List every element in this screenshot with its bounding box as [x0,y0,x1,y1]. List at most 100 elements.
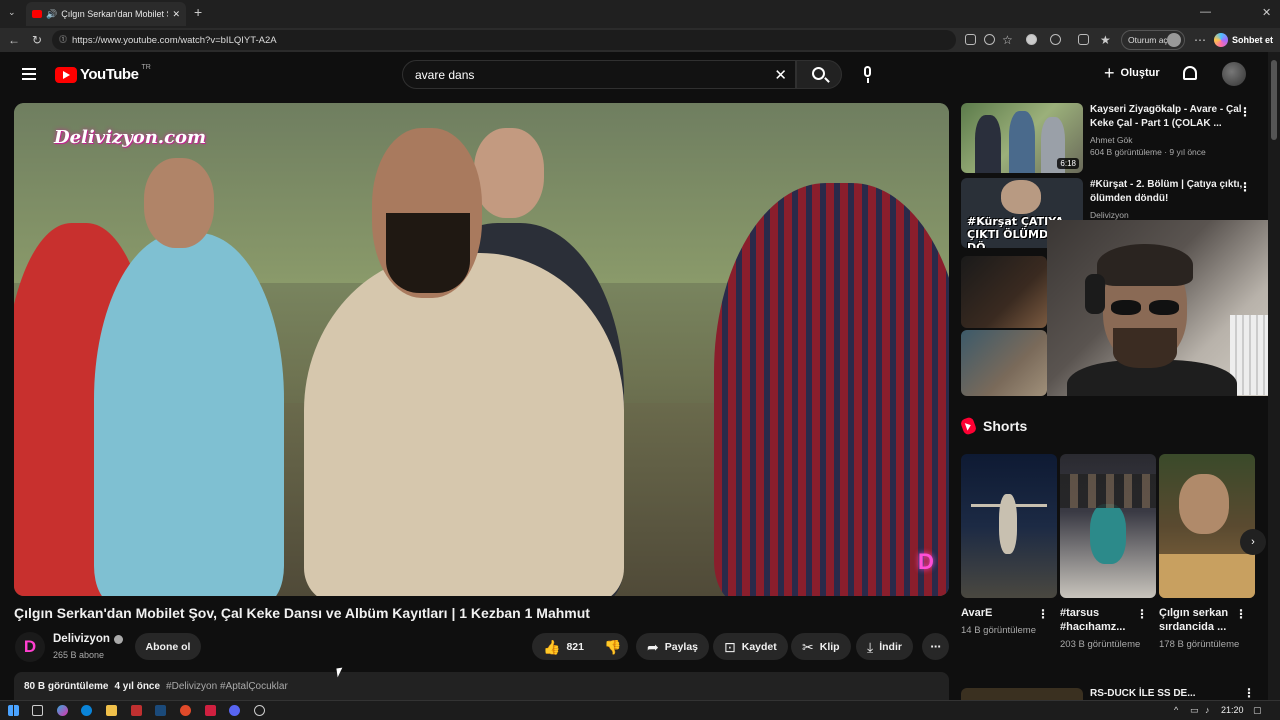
sunglasses [1111,300,1181,316]
recommendation-menu-icon[interactable]: ⋮ [1239,180,1251,194]
more-actions-button[interactable]: ⋯ [922,633,949,660]
clip-button[interactable]: ✂ Klip [791,633,851,660]
short-thumbnail[interactable] [1159,454,1255,598]
split-screen-icon[interactable] [1078,34,1089,45]
dislike-icon[interactable]: 👎 [604,640,621,654]
clear-search-icon[interactable]: ✕ [774,66,787,84]
close-window-icon[interactable]: ✕ [1262,6,1271,19]
subscribe-button[interactable]: Abone ol [135,633,201,660]
notifications-bell-icon[interactable] [1183,66,1197,80]
short-menu-icon[interactable]: ⋮ [1037,607,1049,621]
chrome-icon[interactable] [180,705,191,716]
discord-icon[interactable] [229,705,240,716]
taskbar-clock[interactable]: 21:20 [1221,705,1244,715]
short-title: #tarsus #hacıhamz... [1060,607,1126,633]
volume-icon[interactable]: ♪ [1205,705,1210,715]
task-view-icon[interactable] [32,705,43,716]
short-item[interactable]: AvarE 14 B görüntüleme ⋮ [961,454,1057,638]
site-info-icon[interactable]: ⓵ [59,34,67,45]
channel-name-link[interactable]: Delivizyon [53,633,123,645]
copilot-chat-button[interactable]: Sohbet et [1214,30,1273,50]
streamer-beard [1113,328,1177,368]
short-item[interactable]: Çılgın serkan sırdancida ... 178 B görün… [1159,454,1255,652]
browser-tab-bar: ⌄ 🔊 Çılgın Serkan'dan Mobilet Şov ✕ + — … [0,0,1280,28]
create-button[interactable]: + Oluştur [1104,64,1160,82]
channel-corner-logo: D [918,549,934,574]
search-input[interactable]: avare dans ✕ [402,60,796,89]
media-app-icon[interactable] [131,705,142,716]
recommendation-thumbnail[interactable] [961,688,1083,700]
tray-chevron-icon[interactable]: ^ [1174,705,1178,715]
streamer-hair [1097,244,1193,286]
back-icon[interactable]: ← [8,33,20,47]
extension-icon[interactable] [1026,34,1037,45]
figure-blue-shirt [94,233,284,596]
reload-icon[interactable]: ↻ [32,33,42,47]
subscriber-count: 265 B abone [53,650,105,660]
new-tab-icon[interactable]: + [194,4,202,20]
notification-center-icon[interactable]: ▢ [1253,705,1262,716]
network-icon[interactable]: ▭ [1190,705,1199,716]
voice-search-button[interactable] [855,64,881,86]
edge-icon[interactable] [81,705,92,716]
favorite-star-icon[interactable]: ☆ [1002,33,1013,47]
short-thumbnail[interactable] [961,454,1057,598]
channel-avatar[interactable]: D [15,632,45,662]
shorts-next-arrow-icon[interactable]: › [1240,529,1266,555]
speaker-icon[interactable]: 🔊 [46,9,57,20]
recommendation-menu-icon[interactable]: ⋮ [1239,105,1251,119]
short-item[interactable]: #tarsus #hacıhamz... 203 B görüntüleme ⋮ [1060,454,1156,652]
steam-icon[interactable] [155,705,166,716]
youtube-logo[interactable]: YouTube TR [55,64,151,83]
hashtags[interactable]: #Delivizyon #AptalÇocuklar [166,681,288,692]
address-bar[interactable]: ⓵ https://www.youtube.com/watch?v=bILQIY… [52,30,956,50]
recommendation-title: Kayseri Ziyagökalp - Avare - Çal Keke Ça… [1090,104,1242,129]
tab-list-chevron-icon[interactable]: ⌄ [8,7,16,18]
recommendation-menu-icon[interactable]: ⋮ [1243,686,1255,700]
save-icon: ⊡ [724,638,736,655]
refresh-extension-icon[interactable] [1050,34,1061,45]
figure-plaid-shirt [714,183,949,596]
short-thumbnail[interactable] [1060,454,1156,598]
description-box[interactable]: 80 B görüntüleme 4 yıl önce #Delivizyon … [14,672,949,700]
tab-close-icon[interactable]: ✕ [172,9,180,20]
user-avatar[interactable] [1222,62,1246,86]
app-install-icon[interactable] [965,34,976,45]
youtube-header: YouTube TR avare dans ✕ + Oluştur [0,52,1268,98]
browser-tab-active[interactable]: 🔊 Çılgın Serkan'dan Mobilet Şov ✕ [26,2,186,26]
adobe-icon[interactable] [205,705,216,716]
obs-icon[interactable] [254,705,265,716]
signin-label: Oturum aç [1128,35,1168,45]
download-button[interactable]: ⤓ İndir [856,633,913,660]
like-count[interactable]: 821 [566,641,584,653]
page-scrollbar[interactable] [1268,52,1280,700]
copilot-taskbar-icon[interactable] [57,705,68,716]
recommendation-thumbnail[interactable]: 6:18 [961,103,1083,173]
short-menu-icon[interactable]: ⋮ [1235,607,1247,621]
save-button[interactable]: ⊡ Kaydet [713,633,788,660]
more-horizontal-icon: ⋯ [930,640,941,653]
recommendation-thumbnail[interactable] [961,256,1047,328]
recommendation-meta: 604 B görüntüleme · 9 yıl önce [1090,147,1206,157]
hamburger-menu-icon[interactable] [22,68,36,80]
recommendation-item[interactable]: 6:18 Kayseri Ziyagökalp - Avare - Çal Ke… [961,103,1261,173]
minimize-icon[interactable]: — [1200,6,1211,18]
share-button[interactable]: ➦ Paylaş [636,633,710,660]
search-button[interactable] [796,60,842,89]
recommendation-thumbnail[interactable] [961,330,1047,396]
like-icon[interactable]: 👍 [543,640,560,654]
short-menu-icon[interactable]: ⋮ [1136,607,1148,621]
logo-text: YouTube [80,66,139,83]
clip-label: Klip [819,640,840,653]
signin-button[interactable]: Oturum aç [1121,30,1185,50]
shorts-icon [959,416,978,436]
favorites-icon[interactable]: ★ [1100,33,1111,47]
zoom-icon[interactable] [984,34,995,45]
head-older-man [474,128,544,218]
recommendation-item[interactable]: RS-DUCK İLE SS DE... ⋮ [961,686,1261,700]
scrollbar-thumb[interactable] [1271,60,1277,140]
start-icon[interactable] [8,705,19,716]
video-player[interactable]: Delivizyon.com D [14,103,949,596]
file-explorer-icon[interactable] [106,705,117,716]
more-menu-icon[interactable]: ⋯ [1194,33,1206,47]
